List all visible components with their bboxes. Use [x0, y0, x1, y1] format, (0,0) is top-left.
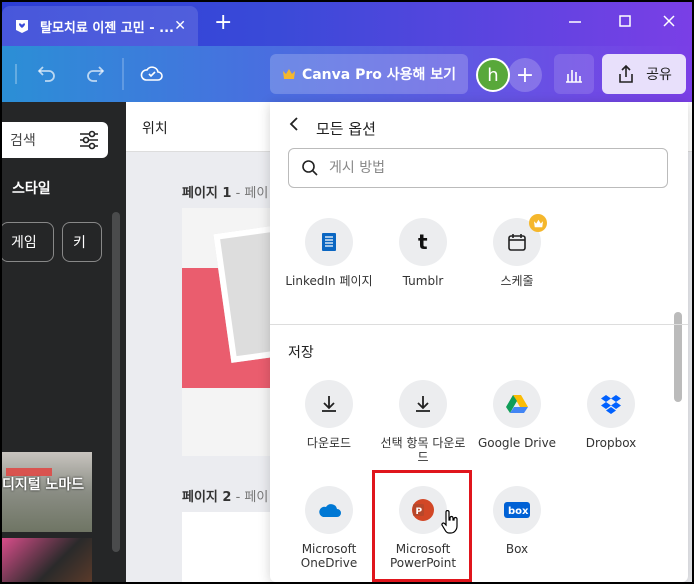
box-icon: box	[493, 486, 541, 534]
page-1-label: 페이지 1 - 페이	[182, 182, 268, 201]
panel-header: 모든 옵션	[270, 102, 688, 198]
option-label: 다운로드	[306, 436, 352, 450]
new-tab-button[interactable]: +	[214, 12, 232, 34]
svg-text:box: box	[508, 506, 529, 517]
template-search-input[interactable]: 검색	[2, 122, 108, 158]
save-section-title: 저장	[288, 345, 314, 361]
template-thumbnail[interactable]: 디지털 노마드	[2, 452, 92, 532]
option-google-drive[interactable]: Google Drive	[470, 380, 564, 450]
hand-cursor-icon	[441, 510, 458, 534]
panel-scrollbar[interactable]	[674, 312, 682, 402]
menu-edge-icon	[15, 64, 17, 84]
position-label[interactable]: 위치	[142, 118, 168, 138]
share-icon	[619, 64, 633, 83]
search-icon	[302, 160, 318, 176]
bar-chart-icon	[566, 70, 582, 83]
page-1-title: 페이지 1	[182, 186, 232, 201]
option-label: 선택 항목 다운로드	[380, 436, 466, 464]
publish-search-field[interactable]	[288, 148, 668, 188]
left-side-panel: 검색 스타일 게임 키 디지털 노마드	[2, 102, 126, 582]
option-download[interactable]: 다운로드	[282, 380, 376, 450]
tab-title: 탈모치료 이젠 고민 - ...	[40, 20, 174, 36]
window-close-icon[interactable]	[662, 14, 676, 28]
option-box[interactable]: box Box	[470, 486, 564, 556]
search-text: 검색	[10, 133, 36, 149]
editor-toolbar: Canva Pro 사용해 보기 h + 공유	[2, 46, 692, 102]
linkedin-page-icon	[305, 218, 353, 266]
app-window: 탈모치료 이젠 고민 - ... ✕ + Canva Pro 사용해 보기 h …	[2, 2, 692, 582]
option-label: LinkedIn 페이지	[285, 274, 373, 288]
browser-tab-bar: 탈모치료 이젠 고민 - ... ✕ +	[2, 2, 692, 46]
option-label: Dropbox	[585, 436, 637, 450]
redo-icon[interactable]	[84, 62, 106, 84]
chip-game[interactable]: 게임	[2, 222, 54, 262]
share-button[interactable]: 공유	[602, 54, 686, 94]
minimize-icon[interactable]	[568, 14, 582, 28]
option-label: Box	[505, 542, 529, 556]
browser-tab[interactable]: 탈모치료 이젠 고민 - ... ✕	[2, 6, 198, 46]
panel-title: 모든 옵션	[316, 120, 376, 138]
toolbar-divider	[122, 58, 124, 90]
crown-icon	[282, 69, 295, 79]
option-label: Tumblr	[402, 274, 444, 288]
option-linkedin-page[interactable]: LinkedIn 페이지	[282, 218, 376, 288]
page-2-canvas[interactable]	[182, 512, 282, 582]
canva-tab-icon	[16, 20, 28, 33]
thumbnail-title: 디지털 노마드	[2, 477, 85, 493]
onedrive-icon	[305, 486, 353, 534]
cloud-saved-icon[interactable]	[140, 62, 164, 84]
premium-crown-icon	[529, 214, 547, 232]
undo-icon[interactable]	[36, 62, 58, 84]
page-2-label: 페이지 2 - 페이	[182, 486, 268, 505]
page-1-subtitle: - 페이	[231, 186, 269, 201]
download-icon	[305, 380, 353, 428]
template-thumbnail[interactable]	[2, 538, 92, 582]
option-schedule[interactable]: 스케줄	[470, 214, 564, 288]
chip-next[interactable]: 키	[62, 222, 102, 262]
pro-button-label: Canva Pro 사용해 보기	[301, 67, 457, 83]
option-download-selected[interactable]: 선택 항목 다운로드	[376, 380, 470, 464]
search-input[interactable]	[329, 160, 649, 176]
back-arrow-icon[interactable]	[288, 116, 300, 137]
option-label: Microsoft OneDrive	[300, 542, 358, 570]
option-label: 스케줄	[500, 274, 534, 288]
page-2-subtitle: - 페이	[231, 490, 269, 505]
share-label: 공유	[646, 67, 672, 83]
share-options-panel: 모든 옵션 LinkedIn 페이지 t Tumblr	[270, 102, 688, 582]
maximize-icon[interactable]	[618, 14, 632, 28]
insights-button[interactable]	[554, 54, 594, 94]
svg-text:t: t	[418, 232, 428, 252]
section-divider	[270, 324, 688, 325]
tab-close-icon[interactable]: ✕	[174, 18, 186, 34]
google-drive-icon	[493, 380, 541, 428]
avatar[interactable]: h	[476, 58, 510, 92]
canva-pro-trial-button[interactable]: Canva Pro 사용해 보기	[270, 54, 468, 94]
option-label: Google Drive	[477, 436, 557, 450]
option-onedrive[interactable]: Microsoft OneDrive	[282, 486, 376, 570]
left-panel-scrollbar[interactable]	[112, 212, 120, 552]
download-selected-icon	[399, 380, 447, 428]
add-collaborator-button[interactable]: +	[508, 58, 542, 92]
filter-icon[interactable]	[78, 130, 100, 150]
dropbox-icon	[587, 380, 635, 428]
option-dropbox[interactable]: Dropbox	[564, 380, 658, 450]
page-1-canvas[interactable]	[182, 208, 282, 456]
page-2-title: 페이지 2	[182, 490, 232, 505]
option-tumblr[interactable]: t Tumblr	[376, 218, 470, 288]
style-heading: 스타일	[12, 181, 51, 197]
calendar-icon	[493, 214, 547, 266]
tumblr-icon: t	[399, 218, 447, 266]
